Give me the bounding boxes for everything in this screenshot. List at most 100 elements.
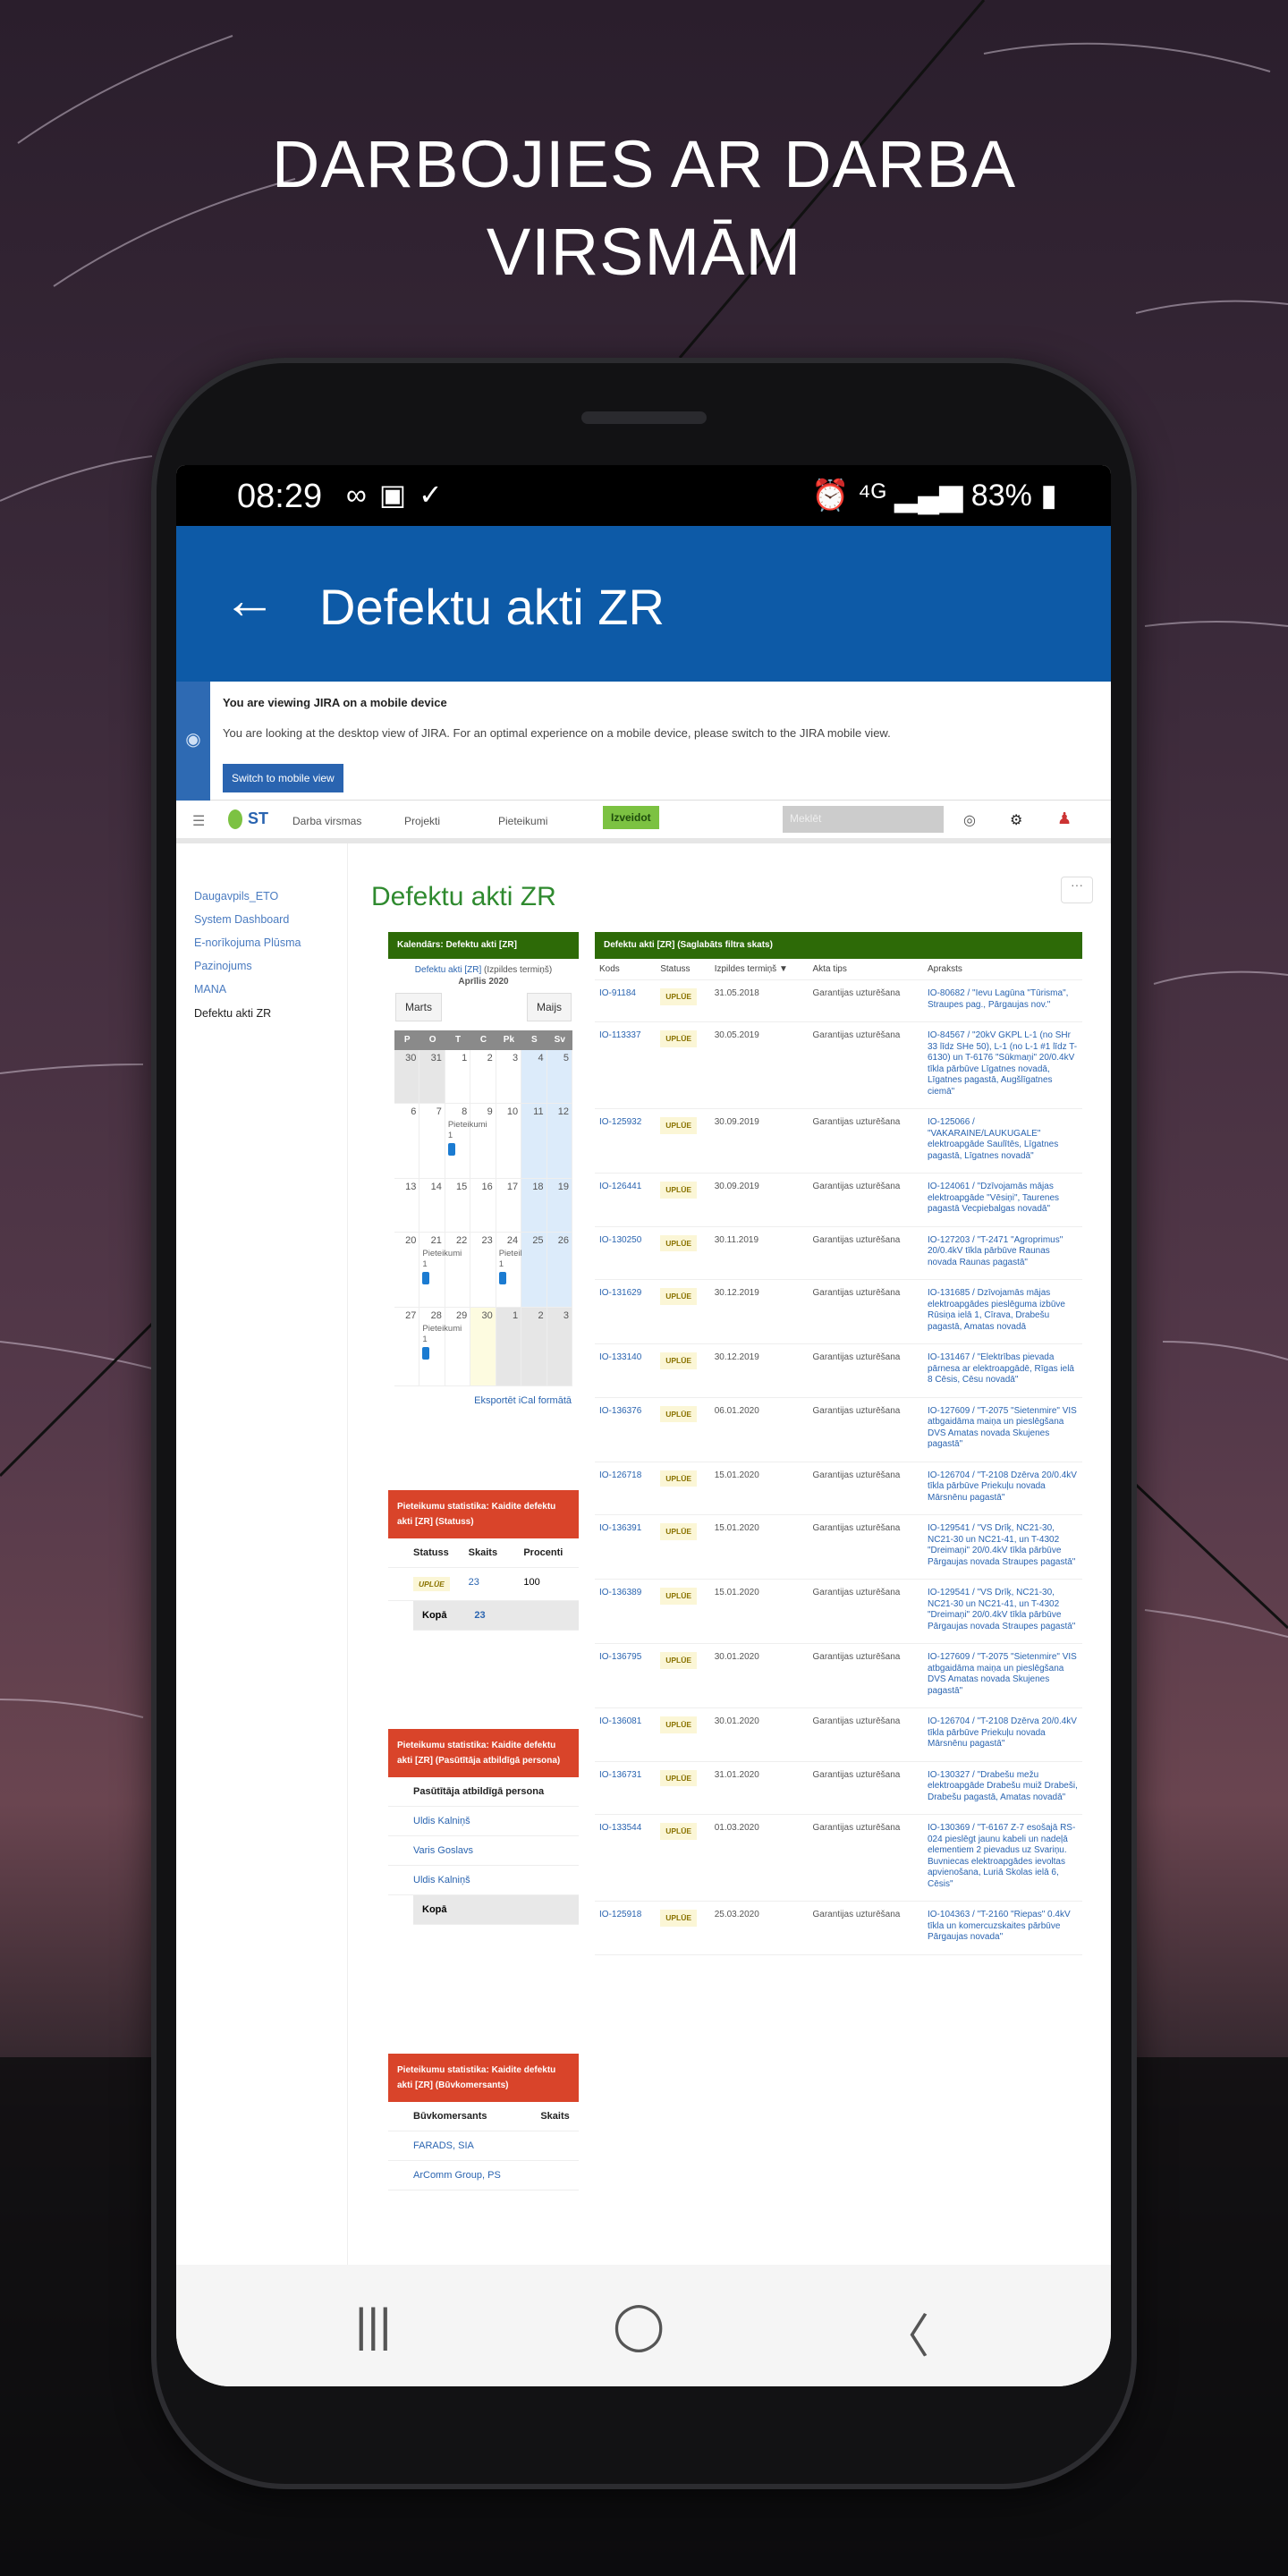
- home-button[interactable]: ◯: [613, 2299, 665, 2352]
- filter-link[interactable]: Defektu akti [ZR]: [415, 965, 481, 975]
- issue-key-link[interactable]: IO-136731: [599, 1770, 641, 1780]
- count-link[interactable]: 23: [469, 1577, 524, 1591]
- back-arrow-icon[interactable]: ←: [223, 569, 276, 631]
- back-button[interactable]: 〈: [883, 2299, 929, 2366]
- sidebar-item[interactable]: Daugavpils_ETO: [194, 890, 278, 902]
- sidebar-item[interactable]: Pazinojums: [194, 960, 252, 972]
- search-input[interactable]: Meklēt: [783, 806, 944, 833]
- description-link[interactable]: IO-130369 / "T-6167 Z-7 esošajā RS-024 p…: [923, 1814, 1082, 1902]
- calendar-day[interactable]: 1: [445, 1050, 471, 1104]
- calendar-day[interactable]: 16: [470, 1179, 496, 1233]
- person-link[interactable]: Uldis Kalniņš: [413, 1875, 579, 1885]
- calendar-day[interactable]: 29: [445, 1308, 471, 1386]
- description-link[interactable]: IO-127609 / "T-2075 "Sietenmire" VIS atb…: [923, 1397, 1082, 1462]
- person-link[interactable]: Uldis Kalniņš: [413, 1816, 579, 1826]
- calendar-day[interactable]: 26: [547, 1233, 572, 1308]
- issue-key-link[interactable]: IO-91184: [599, 988, 636, 998]
- issue-key-link[interactable]: IO-136795: [599, 1652, 641, 1662]
- calendar-day[interactable]: 24 Pieteikumi 1: [496, 1233, 538, 1308]
- more-options-button[interactable]: ···: [1061, 877, 1093, 903]
- calendar-day[interactable]: 23: [470, 1233, 496, 1308]
- contractor-link[interactable]: FARADS, SIA: [413, 2140, 579, 2151]
- calendar-day[interactable]: 13: [394, 1179, 420, 1233]
- calendar-day[interactable]: 14: [419, 1179, 445, 1233]
- issue-key-link[interactable]: IO-113337: [599, 1030, 641, 1040]
- description-link[interactable]: IO-84567 / "20kV GKPL L-1 (no SHr 33 līd…: [923, 1021, 1082, 1109]
- col-header[interactable]: Statuss: [656, 959, 710, 980]
- calendar-day[interactable]: 5: [547, 1050, 572, 1104]
- calendar-day[interactable]: 2: [470, 1050, 496, 1104]
- description-link[interactable]: IO-131685 / Dzīvojamās mājas elektroapgā…: [923, 1279, 1082, 1344]
- calendar-day[interactable]: 22: [445, 1233, 471, 1308]
- calendar-day[interactable]: 8 Pieteikumi 1: [445, 1104, 487, 1179]
- description-link[interactable]: IO-124061 / "Dzīvojamās mājas elektroapg…: [923, 1173, 1082, 1227]
- description-link[interactable]: IO-130327 / "Drabešu mežu elektroapgāde …: [923, 1761, 1082, 1815]
- description-link[interactable]: IO-129541 / "VS Drīķ, NC21-30, NC21-30 u…: [923, 1514, 1082, 1580]
- calendar-day[interactable]: 3: [496, 1050, 522, 1104]
- calendar-day[interactable]: 21 Pieteikumi 1: [419, 1233, 462, 1308]
- calendar-day[interactable]: 2: [521, 1308, 547, 1386]
- calendar-day[interactable]: 17: [496, 1179, 522, 1233]
- nav-dashboards[interactable]: Darba virsmas: [292, 815, 361, 827]
- calendar-day[interactable]: 15: [445, 1179, 471, 1233]
- issue-key-link[interactable]: IO-133544: [599, 1823, 641, 1833]
- calendar-day[interactable]: 6: [394, 1104, 420, 1179]
- issue-key-link[interactable]: IO-133140: [599, 1352, 641, 1362]
- menu-icon[interactable]: ☰: [192, 812, 205, 830]
- col-header[interactable]: Kods: [595, 959, 657, 980]
- calendar-day[interactable]: 25: [521, 1233, 547, 1308]
- total-count[interactable]: 23: [474, 1610, 526, 1621]
- description-link[interactable]: IO-126704 / "T-2108 Dzērva 20/0.4kV tīkl…: [923, 1707, 1082, 1762]
- issue-key-link[interactable]: IO-125918: [599, 1910, 641, 1919]
- issue-key-link[interactable]: IO-136376: [599, 1406, 641, 1416]
- description-link[interactable]: IO-131467 / "Elektrības pievada pārnesa …: [923, 1343, 1082, 1398]
- ical-export-link[interactable]: Eksportēt iCal formātā: [388, 1386, 579, 1415]
- calendar-day[interactable]: 11: [521, 1104, 547, 1179]
- issue-key-link[interactable]: IO-136389: [599, 1588, 641, 1597]
- calendar-day[interactable]: 28 Pieteikumi 1: [419, 1308, 462, 1386]
- nav-issues[interactable]: Pieteikumi: [498, 815, 547, 827]
- issue-key-link[interactable]: IO-131629: [599, 1288, 641, 1298]
- calendar-day[interactable]: 30: [470, 1308, 496, 1386]
- col-header[interactable]: Akta tips: [808, 959, 923, 980]
- calendar-day[interactable]: 19: [547, 1179, 572, 1233]
- issue-key-link[interactable]: IO-126718: [599, 1470, 641, 1480]
- calendar-day[interactable]: 7: [419, 1104, 445, 1179]
- description-link[interactable]: IO-104363 / "T-2160 "Riepas" 0.4kV tīkla…: [923, 1901, 1082, 1955]
- calendar-day[interactable]: 30: [394, 1050, 420, 1104]
- prev-month-button[interactable]: Marts: [395, 993, 442, 1021]
- issue-key-link[interactable]: IO-125932: [599, 1117, 641, 1127]
- calendar-day[interactable]: 20: [394, 1233, 420, 1308]
- issue-key-link[interactable]: IO-136081: [599, 1716, 641, 1726]
- calendar-day[interactable]: 3: [547, 1308, 572, 1386]
- description-link[interactable]: IO-129541 / "VS Drīķ, NC21-30, NC21-30 u…: [923, 1579, 1082, 1644]
- create-button[interactable]: Izveidot: [603, 806, 659, 829]
- help-icon[interactable]: ◎: [963, 811, 976, 829]
- col-header[interactable]: Apraksts: [923, 959, 1082, 980]
- avatar[interactable]: ♟: [1057, 809, 1072, 828]
- sidebar-item[interactable]: E-norīkojuma Plūsma: [194, 936, 301, 949]
- logo[interactable]: ST: [228, 809, 268, 830]
- sidebar-item[interactable]: MANA: [194, 983, 226, 996]
- calendar-day[interactable]: 1: [496, 1308, 522, 1386]
- issue-key-link[interactable]: IO-126441: [599, 1182, 641, 1191]
- calendar-day[interactable]: 27: [394, 1308, 420, 1386]
- description-link[interactable]: IO-127609 / "T-2075 "Sietenmire" VIS atb…: [923, 1643, 1082, 1708]
- gear-icon[interactable]: ⚙: [1010, 811, 1022, 829]
- issue-key-link[interactable]: IO-130250: [599, 1235, 641, 1245]
- calendar-day[interactable]: 18: [521, 1179, 547, 1233]
- contractor-link[interactable]: ArComm Group, PS: [413, 2170, 579, 2181]
- description-link[interactable]: IO-126704 / "T-2108 Dzērva 20/0.4kV tīkl…: [923, 1462, 1082, 1515]
- nav-projects[interactable]: Projekti: [404, 815, 440, 827]
- description-link[interactable]: IO-80682 / "Ievu Lagūna "Tūrisma", Strau…: [923, 979, 1082, 1022]
- switch-to-mobile-button[interactable]: Switch to mobile view: [223, 764, 343, 792]
- sidebar-item-current[interactable]: Defektu akti ZR: [194, 1007, 271, 1020]
- sidebar-item[interactable]: System Dashboard: [194, 913, 289, 926]
- recents-button[interactable]: |||: [355, 2299, 392, 2352]
- calendar-day[interactable]: 10: [496, 1104, 522, 1179]
- issue-key-link[interactable]: IO-136391: [599, 1523, 641, 1533]
- calendar-day[interactable]: 4: [521, 1050, 547, 1104]
- calendar-day[interactable]: 31: [419, 1050, 445, 1104]
- col-header[interactable]: Izpildes termiņš ▼: [709, 959, 809, 980]
- next-month-button[interactable]: Maijs: [526, 993, 572, 1021]
